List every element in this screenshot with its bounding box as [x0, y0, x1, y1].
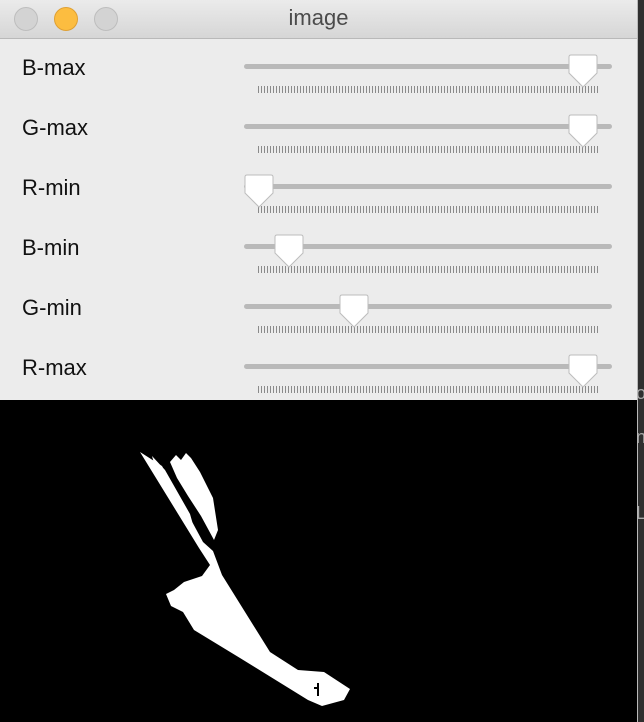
trackbar-label: R-max [22, 355, 87, 380]
slider-thumb[interactable] [567, 53, 599, 89]
trackbar-b-min: B-min [0, 219, 637, 279]
slider-track[interactable] [244, 364, 612, 369]
slider-thumb-shape [568, 54, 598, 88]
slider-thumb-shape [339, 294, 369, 328]
slider-track[interactable] [244, 304, 612, 309]
trackbar-r-max: R-max [0, 339, 637, 399]
title-bar[interactable]: image [0, 0, 637, 39]
slider-track[interactable] [244, 184, 612, 189]
trackbar-label: B-max [22, 55, 86, 80]
slider-track[interactable] [244, 124, 612, 129]
slider-ticks [258, 86, 598, 93]
trackbar-g-max: G-max [0, 99, 637, 159]
trackbar-r-min: R-min [0, 159, 637, 219]
trackbar-panel: B-max G-max R-min B-min G-min R-max [0, 39, 637, 400]
slider-thumb-shape [274, 234, 304, 268]
slider-thumb[interactable] [567, 353, 599, 389]
trackbar-b-max: B-max [0, 39, 637, 99]
trackbar-label: G-min [22, 295, 82, 320]
slider-thumb-shape [244, 174, 274, 208]
trackbar-label: R-min [22, 175, 81, 200]
trackbar-label: B-min [22, 235, 80, 260]
slider-thumb[interactable] [338, 293, 370, 329]
slider-thumb[interactable] [567, 113, 599, 149]
slider-thumb[interactable] [273, 233, 305, 269]
slider-ticks [258, 386, 598, 393]
background-glyph: o [636, 383, 644, 403]
slider-thumb[interactable] [243, 173, 275, 209]
background-glyph: n [636, 427, 644, 447]
mask-blob [140, 452, 350, 706]
slider-thumb-shape [568, 114, 598, 148]
slider-ticks [258, 326, 598, 333]
background-app-edge: o n L [636, 0, 644, 722]
window-title: image [288, 5, 349, 30]
mask-image [0, 400, 637, 722]
trackbar-g-min: G-min [0, 279, 637, 339]
image-window: image B-max G-max R-min B-min G-min R-ma… [0, 0, 637, 722]
trackbar-label: G-max [22, 115, 88, 140]
slider-track[interactable] [244, 64, 612, 69]
background-glyph: L [636, 503, 644, 523]
slider-thumb-shape [568, 354, 598, 388]
slider-ticks [258, 206, 598, 213]
slider-ticks [258, 146, 598, 153]
slider-ticks [258, 266, 598, 273]
